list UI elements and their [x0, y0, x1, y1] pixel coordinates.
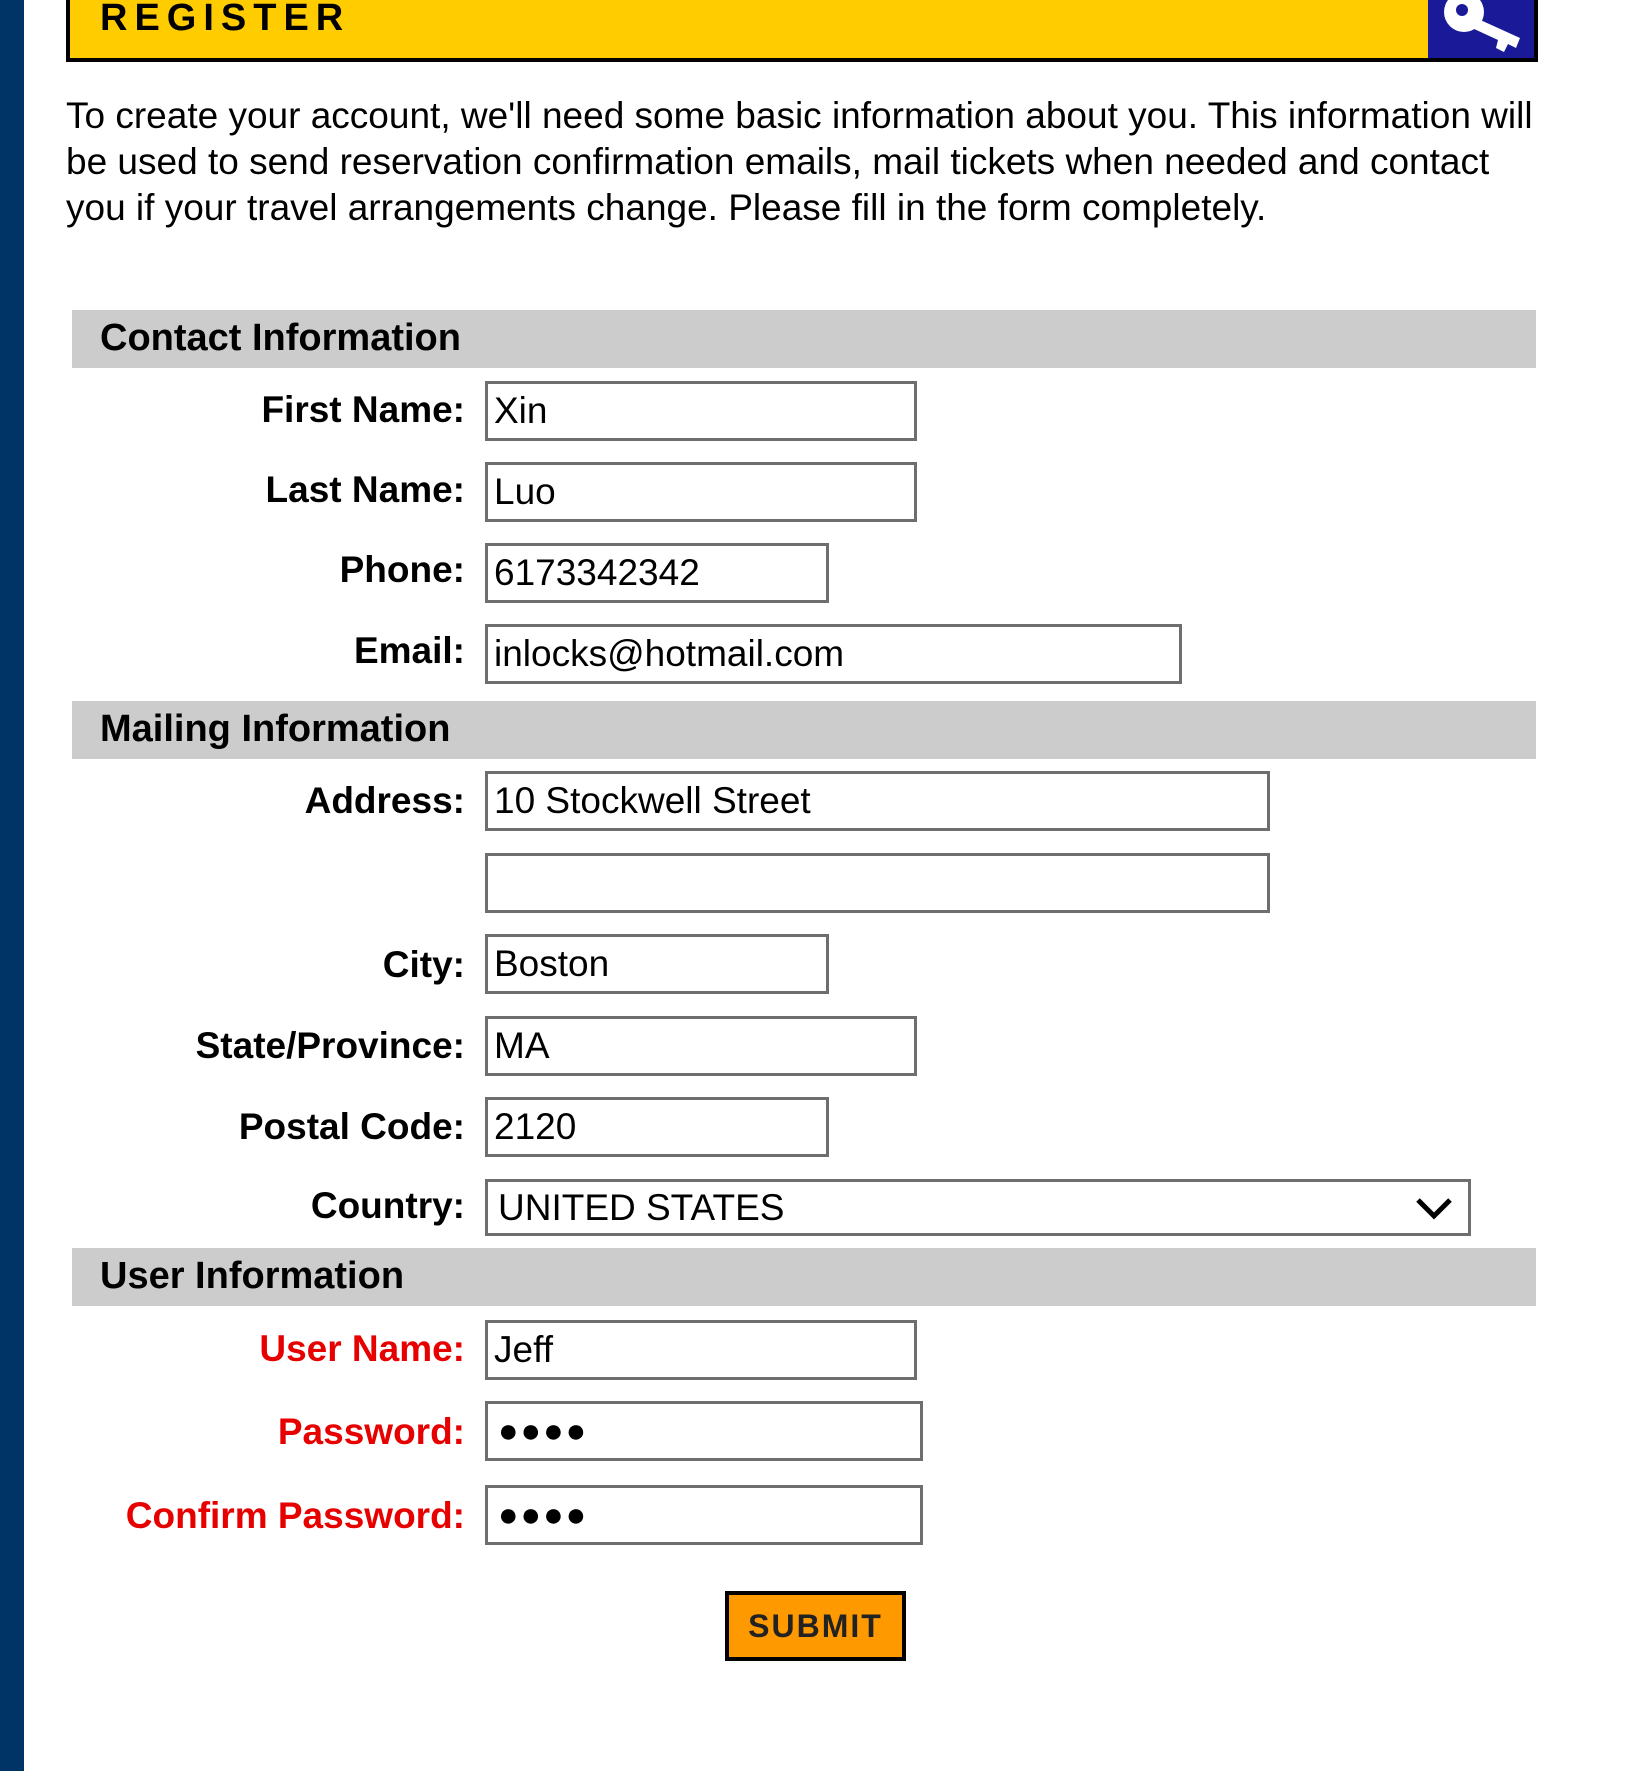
confirm-password-mask: ●●●●	[498, 1496, 589, 1534]
user-section-title: User Information	[100, 1255, 405, 1297]
mailing-section-header: Mailing Information	[72, 701, 1536, 759]
city-label: City:	[382, 944, 465, 985]
contact-section-title: Contact Information	[100, 317, 461, 359]
chevron-down-icon	[1416, 1198, 1452, 1220]
state-province-label: State/Province:	[195, 1025, 465, 1066]
email-input[interactable]	[485, 624, 1182, 684]
banner-title: REGISTER	[100, 0, 351, 39]
user-section-header: User Information	[72, 1248, 1536, 1306]
first-name-input[interactable]	[485, 381, 917, 441]
address-line2-input[interactable]	[485, 853, 1270, 913]
submit-button[interactable]: SUBMIT	[725, 1591, 906, 1661]
address-label: Address:	[304, 780, 465, 821]
state-province-input[interactable]	[485, 1016, 917, 1076]
intro-text: To create your account, we'll need some …	[66, 95, 1533, 228]
address-line1-input[interactable]	[485, 771, 1270, 831]
city-input[interactable]	[485, 934, 829, 994]
confirm-password-input[interactable]: ●●●●	[485, 1485, 923, 1545]
username-label: User Name:	[259, 1328, 465, 1369]
phone-input[interactable]	[485, 543, 829, 603]
phone-label: Phone:	[339, 549, 465, 590]
email-label: Email:	[353, 630, 465, 671]
contact-section-header: Contact Information	[72, 310, 1536, 368]
username-input[interactable]	[485, 1320, 917, 1380]
confirm-password-label: Confirm Password:	[125, 1495, 465, 1536]
last-name-label: Last Name:	[265, 469, 465, 510]
postal-code-input[interactable]	[485, 1097, 829, 1157]
password-input[interactable]: ●●●●	[485, 1401, 923, 1461]
password-mask: ●●●●	[498, 1412, 589, 1450]
password-label: Password:	[277, 1411, 465, 1452]
postal-code-label: Postal Code:	[238, 1106, 465, 1147]
country-selected-value: UNITED STATES	[498, 1187, 785, 1228]
country-label: Country:	[310, 1185, 465, 1226]
first-name-label: First Name:	[261, 389, 465, 430]
register-banner: REGISTER	[66, 0, 1538, 62]
last-name-input[interactable]	[485, 462, 917, 522]
key-icon	[1428, 0, 1534, 58]
mailing-section-title: Mailing Information	[100, 708, 451, 750]
country-select[interactable]: UNITED STATES	[485, 1179, 1471, 1236]
left-sidebar-bar	[0, 0, 24, 1771]
